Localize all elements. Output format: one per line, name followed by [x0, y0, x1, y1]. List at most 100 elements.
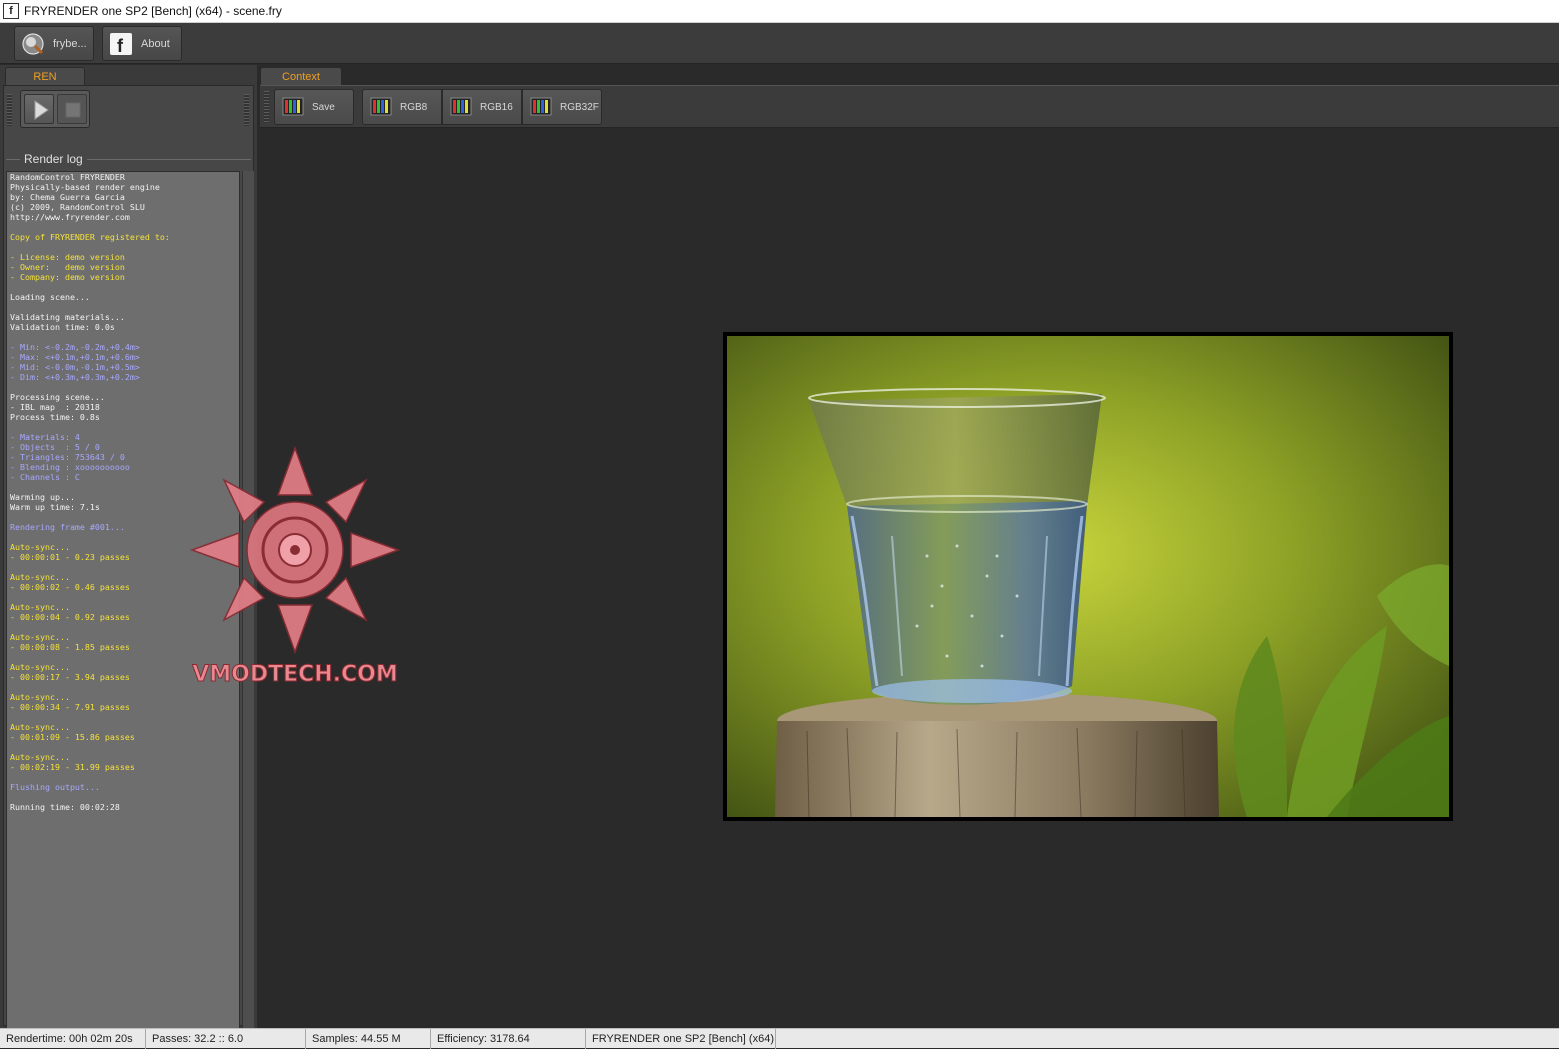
log-vertical-scrollbar[interactable] [242, 171, 254, 1031]
log-line: Warm up time: 7.1s [10, 502, 100, 512]
status-samples: Samples: 44.55 M [306, 1029, 431, 1049]
facebook-icon: f [109, 32, 133, 56]
log-line: - 00:00:01 - 0.23 passes [10, 552, 130, 562]
grip-handle-right[interactable] [244, 94, 249, 126]
log-line: Auto-sync... [10, 542, 70, 552]
play-button[interactable] [24, 94, 54, 124]
rendered-image [727, 336, 1449, 817]
rgb-bars-icon [530, 95, 552, 120]
log-line: Rendering frame #001... [10, 522, 125, 532]
svg-text:f: f [117, 36, 124, 56]
main-toolbar: frybe... f About [0, 23, 1559, 64]
log-line: Physically-based render engine [10, 182, 160, 192]
about-button[interactable]: f About [102, 26, 182, 61]
log-line: - Company: demo version [10, 272, 125, 282]
log-line: - Min: <-0.2m,-0.2m,+0.4m> [10, 342, 140, 352]
log-line: Auto-sync... [10, 632, 70, 642]
log-line: - Max: <+0.1m,+0.1m,+0.6m> [10, 352, 140, 362]
app-icon: f [3, 3, 19, 19]
window-title: FRYRENDER one SP2 [Bench] (x64) - scene.… [24, 4, 282, 18]
rgb-bars-icon [370, 95, 392, 120]
log-line: Auto-sync... [10, 752, 70, 762]
rgb32f-button[interactable]: RGB32F [522, 89, 602, 125]
render-panel: REN Render log RandomControl FRYRENDER Ph… [0, 65, 257, 1044]
log-line: Auto-sync... [10, 662, 70, 672]
log-line: Processing scene... [10, 392, 105, 402]
log-line: - License: demo version [10, 252, 125, 262]
log-line: Auto-sync... [10, 602, 70, 612]
log-line: - 00:00:02 - 0.46 passes [10, 582, 130, 592]
log-line: Loading scene... [10, 292, 90, 302]
tab-ren[interactable]: REN [5, 67, 85, 85]
title-bar: f FRYRENDER one SP2 [Bench] (x64) - scen… [0, 0, 1559, 23]
log-line: Validation time: 0.0s [10, 322, 115, 332]
frybench-button[interactable]: frybe... [14, 26, 94, 61]
rgb16-button[interactable]: RGB16 [442, 89, 522, 125]
rgb8-button-label: RGB8 [400, 101, 428, 113]
log-line: http://www.fryrender.com [10, 212, 130, 222]
save-button[interactable]: Save [274, 89, 354, 125]
play-icon [34, 100, 49, 120]
render-controls [20, 90, 90, 128]
grip-handle-left[interactable] [7, 94, 12, 126]
log-line: Auto-sync... [10, 722, 70, 732]
frybench-button-label: frybe... [53, 37, 87, 50]
about-button-label: About [141, 37, 170, 50]
log-line: - IBL map : 20318 [10, 402, 100, 412]
log-line: - 00:00:34 - 7.91 passes [10, 702, 130, 712]
log-line: by: Chema Guerra Garcia [10, 192, 125, 202]
log-line: (c) 2009, RandomControl SLU [10, 202, 145, 212]
log-line: - Dim: <+0.3m,+0.3m,+0.2m> [10, 372, 140, 382]
log-line: Validating materials... [10, 312, 125, 322]
stop-icon [65, 102, 81, 118]
render-log-textarea[interactable]: RandomControl FRYRENDER Physically-based … [6, 171, 240, 1031]
log-line: - Materials: 4 [10, 432, 80, 442]
log-line: - Blending : xoooooooooo [10, 462, 130, 472]
rgb-bars-icon [450, 95, 472, 120]
status-product: FRYRENDER one SP2 [Bench] (x64) [586, 1029, 776, 1049]
log-line: Auto-sync... [10, 692, 70, 702]
log-line: - Objects : 5 / 0 [10, 442, 100, 452]
log-line: - Owner: demo version [10, 262, 125, 272]
rgb8-button[interactable]: RGB8 [362, 89, 442, 125]
log-line: - Channels : C [10, 472, 80, 482]
render-panel-body: Render log RandomControl FRYRENDER Physic… [3, 85, 254, 1044]
tab-context[interactable]: Context [260, 67, 342, 85]
render-viewport[interactable] [260, 129, 1559, 1027]
log-line: - 00:00:17 - 3.94 passes [10, 672, 130, 682]
log-line: - Triangles: 753643 / 0 [10, 452, 125, 462]
render-frame [723, 332, 1453, 821]
render-log-group: Render log [6, 152, 251, 166]
status-rendertime: Rendertime: 00h 02m 20s [0, 1029, 146, 1049]
log-line: Process time: 0.8s [10, 412, 100, 422]
status-efficiency: Efficiency: 3178.64 [431, 1029, 586, 1049]
rgb16-button-label: RGB16 [480, 101, 513, 113]
context-panel: Context Save RGB8 RGB16 RGB32F [257, 65, 1559, 1028]
log-line: Warming up... [10, 492, 75, 502]
save-button-label: Save [312, 101, 335, 113]
context-grip-handle[interactable] [264, 91, 269, 123]
rgb32f-button-label: RGB32F [560, 101, 599, 113]
stop-button[interactable] [57, 94, 87, 124]
log-line: - 00:01:09 - 15.86 passes [10, 732, 135, 742]
log-line: - 00:02:19 - 31.99 passes [10, 762, 135, 772]
tab-context-label: Context [282, 70, 320, 83]
render-log-label: Render log [24, 152, 83, 166]
